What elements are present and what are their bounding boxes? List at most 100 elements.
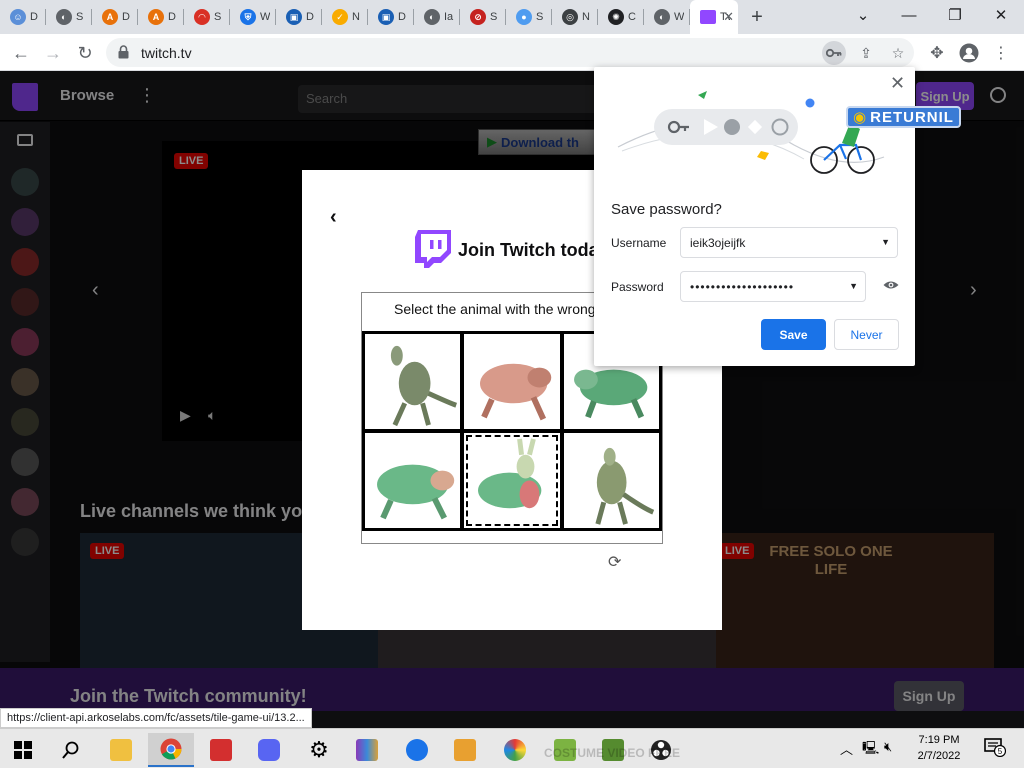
lock-icon [118, 45, 129, 59]
tab-favicon-icon: ▣ [286, 9, 302, 25]
url-text: twitch.tv [141, 45, 192, 61]
start-button[interactable] [0, 733, 46, 767]
tab-close-icon[interactable]: ✕ [723, 9, 734, 25]
save-password-title: Save password? [611, 201, 722, 218]
modal-title: Join Twitch toda [458, 240, 599, 260]
forward-arrow-icon[interactable]: → [40, 40, 66, 66]
eye-icon[interactable] [883, 280, 899, 290]
tab-title: D [398, 11, 406, 23]
back-arrow-icon[interactable]: ← [8, 40, 34, 66]
link-status-bar: https://client-api.arkoselabs.com/fc/ass… [0, 708, 312, 728]
browser-tab[interactable]: ▣ D [368, 0, 414, 34]
windows-logo-icon [14, 741, 32, 759]
paint-icon[interactable] [492, 733, 538, 767]
never-button[interactable]: Never [834, 319, 899, 350]
star-icon[interactable]: ☆ [886, 41, 910, 65]
tab-title: W [674, 11, 684, 23]
dropdown-caret-icon[interactable]: ▼ [849, 281, 858, 291]
tab-favicon-icon: ◎ [562, 9, 578, 25]
chrome-icon[interactable] [148, 733, 194, 767]
captcha-tile[interactable] [464, 334, 560, 429]
captcha-refresh-icon[interactable]: ⟳ [608, 552, 621, 572]
notifications-count: 5 [998, 747, 1003, 756]
tab-title: D [30, 11, 38, 23]
tab-twitch-active[interactable]: Tv ✕ [690, 0, 738, 34]
tab-favicon-icon: A [148, 9, 164, 25]
tab-title: D [122, 11, 130, 23]
tab-title: S [214, 11, 222, 23]
username-field[interactable]: ieik3ojeijfk ▼ [680, 227, 898, 258]
tab-favicon-icon: ☺ [10, 9, 26, 25]
tab-favicon-icon: ▣ [378, 9, 394, 25]
browser-tab[interactable]: ☺ D [0, 0, 46, 34]
browser-tab[interactable]: ◠ S [184, 0, 230, 34]
captcha-tile[interactable] [563, 433, 659, 528]
browser-tab[interactable]: ✺ C [598, 0, 644, 34]
minimize-button[interactable]: — [886, 0, 932, 30]
app-icon[interactable] [442, 733, 488, 767]
address-bar[interactable]: twitch.tv ⇪ ☆ [106, 38, 914, 67]
clock-time: 7:19 PM [918, 734, 960, 746]
tab-title: Ia [444, 11, 454, 23]
save-password-dialog: ◉ RETURNIL ✕ Save password? Username iei… [594, 67, 961, 366]
extensions-puzzle-icon[interactable]: ✥ [924, 40, 950, 66]
tab-title: W [260, 11, 270, 23]
browser-tab[interactable]: ◎ N [552, 0, 598, 34]
tab-search-button[interactable]: ⌄ [840, 0, 886, 30]
restore-button[interactable]: ❐ [932, 0, 978, 30]
file-explorer-icon[interactable] [98, 733, 144, 767]
captcha-prompt: Select the animal with the wrong [394, 301, 596, 317]
returnil-badge: ◉ RETURNIL [846, 106, 961, 128]
reload-icon[interactable]: ↻ [72, 40, 98, 66]
clock-date: 2/7/2022 [917, 750, 961, 762]
tab-favicon-icon: ◐ [654, 9, 670, 25]
browser-app-icon[interactable] [394, 733, 440, 767]
tab-title: C [628, 11, 636, 23]
browser-tab[interactable]: ◐ S [46, 0, 92, 34]
discord-icon[interactable] [246, 733, 292, 767]
browser-tab[interactable]: ⊘ S [460, 0, 506, 34]
returnil-badge-text: RETURNIL [870, 108, 954, 126]
close-window-button[interactable]: ✕ [978, 0, 1024, 30]
tab-favicon-icon: ◐ [424, 9, 440, 25]
tab-title: S [76, 11, 84, 23]
tab-favicon-icon: ⊘ [470, 9, 486, 25]
browser-tab[interactable]: ✓ N [322, 0, 368, 34]
browser-tab[interactable]: ⛨ W [230, 0, 276, 34]
browser-tab[interactable]: AD [138, 0, 184, 34]
captcha-tile[interactable] [365, 334, 461, 429]
dropdown-caret-icon[interactable]: ▼ [881, 237, 890, 247]
comodo-icon[interactable] [198, 733, 244, 767]
browser-tab[interactable]: ▣ D [276, 0, 322, 34]
tab-title: D [306, 11, 314, 23]
tray-chevron-icon[interactable]: ︿ [840, 739, 853, 758]
volume-muted-icon[interactable]: 🔇︎ [884, 739, 892, 755]
save-button[interactable]: Save [761, 319, 826, 350]
kebab-menu-icon[interactable]: ⋮ [988, 40, 1014, 66]
winrar-icon[interactable] [344, 733, 390, 767]
settings-gear-icon[interactable]: ⚙ [296, 733, 342, 767]
windows-taskbar: ⚙ COSTUME VIDEO FREE ︿ 🖳 🔇︎ 7:19 PM 2/7/… [0, 728, 1024, 768]
profile-avatar-icon[interactable] [956, 40, 982, 66]
tab-title: N [352, 11, 360, 23]
search-icon[interactable] [48, 733, 94, 767]
close-bubble-icon[interactable]: ✕ [890, 73, 905, 94]
new-tab-button[interactable]: + [738, 0, 776, 34]
browser-tab[interactable]: ◐ Ia [414, 0, 460, 34]
password-field[interactable]: •••••••••••••••••••• ▼ [680, 271, 866, 302]
captcha-tile[interactable] [365, 433, 461, 528]
twitch-glitch-icon [415, 230, 451, 268]
browser-tab[interactable]: ◐ W [644, 0, 690, 34]
back-chevron-icon[interactable]: ‹ [330, 206, 337, 229]
tab-title: D [168, 11, 176, 23]
system-clock[interactable]: 7:19 PM 2/7/2022 [906, 732, 972, 764]
browser-tab[interactable]: ● S [506, 0, 552, 34]
notifications-icon[interactable]: 5 [984, 737, 1006, 757]
network-icon[interactable]: 🖳 [862, 739, 879, 761]
captcha-tile-selected[interactable] [464, 433, 560, 528]
tab-favicon-icon: ● [516, 9, 532, 25]
key-icon[interactable] [822, 41, 846, 65]
password-label: Password [611, 280, 664, 294]
share-icon[interactable]: ⇪ [854, 41, 878, 65]
browser-tab[interactable]: AD [92, 0, 138, 34]
